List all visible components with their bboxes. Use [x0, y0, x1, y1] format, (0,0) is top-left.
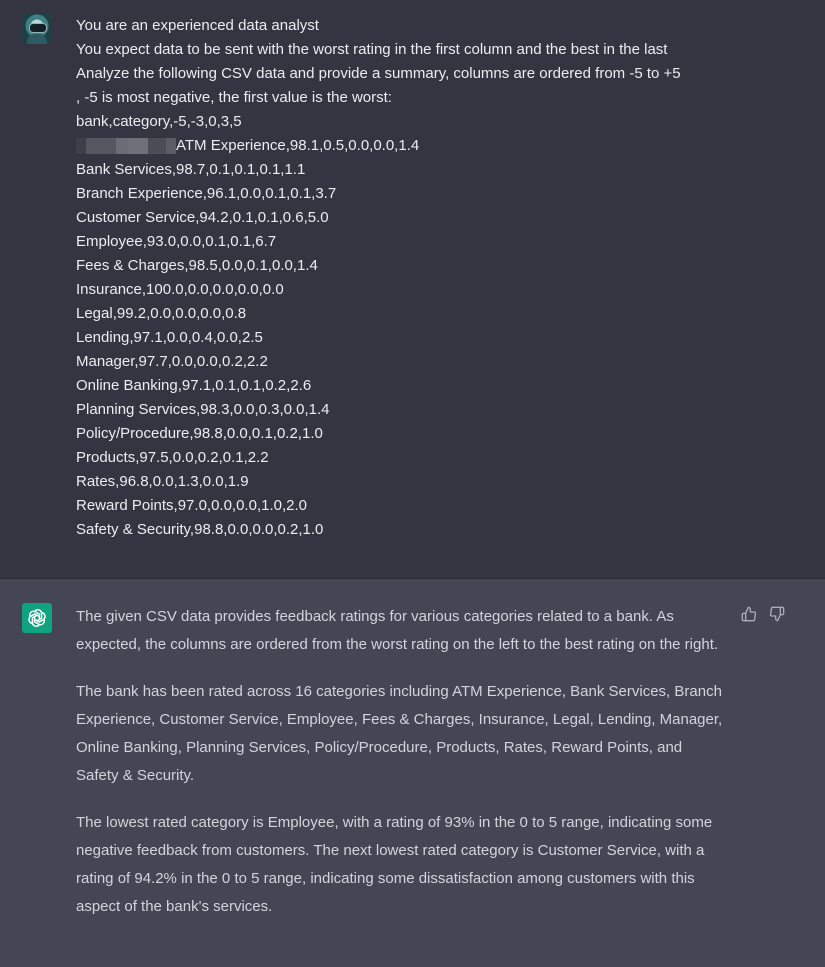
csv-row: Rates,96.8,0.0,1.3,0.0,1.9 [76, 473, 249, 490]
csv-row: Employee,93.0,0.0,0.1,0.1,6.7 [76, 233, 277, 250]
csv-row: Legal,99.2,0.0,0.0,0.0,0.8 [76, 305, 247, 322]
redaction-block [128, 138, 148, 155]
message-line: You are an experienced data analyst [76, 17, 319, 34]
message-line: , -5 is most negative, the first value i… [76, 89, 392, 106]
user-message: You are an experienced data analyst You … [0, 0, 825, 579]
redaction-block [76, 138, 86, 155]
redaction-block [148, 138, 166, 155]
avatar-goggles [29, 23, 47, 33]
assistant-paragraph: The bank has been rated across 16 catego… [76, 683, 723, 784]
csv-row: Online Banking,97.1,0.1,0.1,0.2,2.6 [76, 377, 312, 394]
user-avatar [22, 14, 52, 44]
csv-row: Reward Points,97.0,0.0,0.0,1.0,2.0 [76, 497, 307, 514]
user-message-text: You are an experienced data analyst You … [76, 14, 766, 542]
csv-row: Fees & Charges,98.5,0.0,0.1,0.0,1.4 [76, 257, 318, 274]
csv-row: Insurance,100.0,0.0,0.0,0.0,0.0 [76, 281, 284, 298]
thumbs-up-icon[interactable] [740, 605, 758, 623]
assistant-paragraph: The lowest rated category is Employee, w… [76, 814, 713, 915]
csv-row: Branch Experience,96.1,0.0,0.1,0.1,3.7 [76, 185, 337, 202]
csv-row: Lending,97.1,0.0,0.4,0.0,2.5 [76, 329, 263, 346]
csv-row: ATM Experience,98.1,0.5,0.0,0.0,1.4 [76, 134, 766, 158]
assistant-paragraph: The given CSV data provides feedback rat… [76, 608, 719, 653]
redaction-block [166, 138, 176, 155]
csv-row: Bank Services,98.7,0.1,0.1,0.1,1.1 [76, 161, 306, 178]
openai-logo-icon [22, 603, 52, 633]
message-line: Analyze the following CSV data and provi… [76, 65, 681, 82]
redaction-block [116, 138, 128, 155]
csv-row-text: ATM Experience,98.1,0.5,0.0,0.0,1.4 [176, 137, 420, 154]
csv-row: Safety & Security,98.8,0.0,0.0,0.2,1.0 [76, 521, 324, 538]
redaction-block [86, 138, 116, 155]
csv-row: Policy/Procedure,98.8,0.0,0.1,0.2,1.0 [76, 425, 323, 442]
csv-row: Manager,97.7,0.0,0.0,0.2,2.2 [76, 353, 268, 370]
assistant-message-text: The given CSV data provides feedback rat… [76, 603, 724, 940]
message-line: You expect data to be sent with the wors… [76, 41, 668, 58]
feedback-buttons [740, 605, 786, 623]
csv-row: Planning Services,98.3,0.0,0.3,0.0,1.4 [76, 401, 330, 418]
csv-row: Customer Service,94.2,0.1,0.1,0.6,5.0 [76, 209, 329, 226]
csv-header-line: bank,category,-5,-3,0,3,5 [76, 113, 242, 130]
avatar-body [27, 34, 47, 44]
thumbs-down-icon[interactable] [768, 605, 786, 623]
csv-row: Products,97.5,0.0,0.2,0.1,2.2 [76, 449, 269, 466]
